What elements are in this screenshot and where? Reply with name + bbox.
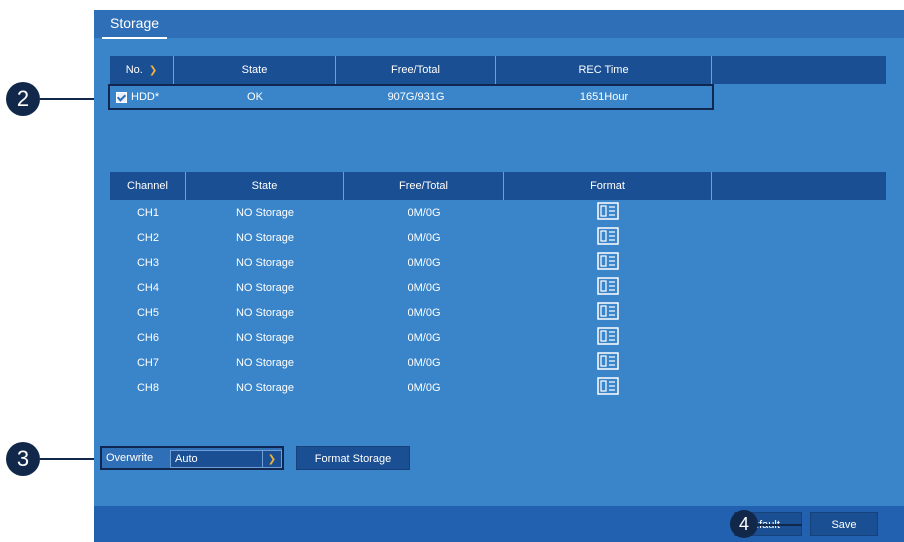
channel-cell: CH1 bbox=[136, 207, 159, 219]
channel-format-cell bbox=[504, 352, 712, 374]
format-icon[interactable] bbox=[597, 252, 619, 278]
channel-cell: CH7 bbox=[136, 357, 159, 369]
channel-row[interactable]: CH5 NO Storage 0M/0G bbox=[110, 302, 712, 324]
save-button[interactable]: Save bbox=[810, 512, 878, 536]
format-icon[interactable] bbox=[597, 202, 619, 228]
callout-3: 3 bbox=[6, 442, 40, 476]
chevron-down-icon: ❯ bbox=[148, 65, 158, 76]
channel-free-total: 0M/0G bbox=[407, 357, 441, 369]
channel-format-cell bbox=[504, 227, 712, 249]
channel-col-free-total: Free/Total bbox=[344, 172, 504, 200]
callout-4: 4 bbox=[730, 510, 758, 538]
channel-free-total: 0M/0G bbox=[407, 257, 441, 269]
hdd-col-no[interactable]: No. ❯ bbox=[110, 56, 174, 84]
channel-format-cell bbox=[504, 327, 712, 349]
hdd-col-free-total: Free/Total bbox=[336, 56, 496, 84]
hdd-state: OK bbox=[247, 91, 263, 103]
callout-2: 2 bbox=[6, 82, 40, 116]
overwrite-label: Overwrite bbox=[106, 452, 154, 464]
channel-free-total: 0M/0G bbox=[407, 207, 441, 219]
format-icon[interactable] bbox=[597, 302, 619, 328]
channel-row[interactable]: CH6 NO Storage 0M/0G bbox=[110, 327, 712, 349]
channel-col-channel: Channel bbox=[110, 172, 186, 200]
overwrite-value: Auto bbox=[175, 453, 198, 465]
hdd-col-rec-time: REC Time bbox=[496, 56, 712, 84]
channel-col-state: State bbox=[186, 172, 344, 200]
channel-cell: CH6 bbox=[136, 332, 159, 344]
hdd-no-cell: HDD* bbox=[116, 86, 174, 108]
channel-cell: CH2 bbox=[136, 232, 159, 244]
hdd-free-total: 907G/931G bbox=[387, 91, 445, 103]
chevron-down-icon: ❯ bbox=[267, 454, 277, 465]
format-icon[interactable] bbox=[597, 327, 619, 353]
channel-format-cell bbox=[504, 277, 712, 299]
channel-format-cell bbox=[504, 202, 712, 224]
channel-free-total: 0M/0G bbox=[407, 307, 441, 319]
channel-format-cell bbox=[504, 252, 712, 274]
overwrite-value-box[interactable]: Auto bbox=[170, 450, 264, 468]
channel-free-total: 0M/0G bbox=[407, 232, 441, 244]
hdd-rec-time: 1651Hour bbox=[579, 91, 629, 103]
channel-cell: CH3 bbox=[136, 257, 159, 269]
channel-format-cell bbox=[504, 377, 712, 399]
channel-state: NO Storage bbox=[235, 332, 295, 344]
channel-row[interactable]: CH8 NO Storage 0M/0G bbox=[110, 377, 712, 399]
channel-cell: CH5 bbox=[136, 307, 159, 319]
format-icon[interactable] bbox=[597, 352, 619, 378]
channel-row[interactable]: CH3 NO Storage 0M/0G bbox=[110, 252, 712, 274]
channel-free-total: 0M/0G bbox=[407, 282, 441, 294]
channel-state: NO Storage bbox=[235, 307, 295, 319]
channel-table-header: Channel State Free/Total Format bbox=[110, 172, 886, 200]
hdd-table-header: No. ❯ State Free/Total REC Time bbox=[110, 56, 886, 84]
channel-row[interactable]: CH4 NO Storage 0M/0G bbox=[110, 277, 712, 299]
hdd-row[interactable]: HDD* OK 907G/931G 1651Hour bbox=[110, 86, 712, 108]
hdd-checkbox[interactable] bbox=[116, 91, 127, 103]
format-icon[interactable] bbox=[597, 377, 619, 403]
tab-strip: Storage bbox=[94, 10, 904, 39]
callout-3-line bbox=[40, 458, 100, 460]
channel-state: NO Storage bbox=[235, 282, 295, 294]
channel-state: NO Storage bbox=[235, 207, 295, 219]
channel-free-total: 0M/0G bbox=[407, 382, 441, 394]
tab-storage[interactable]: Storage bbox=[102, 10, 168, 39]
channel-free-total: 0M/0G bbox=[407, 332, 441, 344]
callout-4-line bbox=[758, 524, 802, 526]
channel-cell: CH8 bbox=[136, 382, 159, 394]
channel-row[interactable]: CH7 NO Storage 0M/0G bbox=[110, 352, 712, 374]
channel-state: NO Storage bbox=[235, 232, 295, 244]
overwrite-select[interactable]: Overwrite Auto ❯ bbox=[100, 446, 284, 470]
format-icon[interactable] bbox=[597, 227, 619, 253]
hdd-col-state: State bbox=[174, 56, 336, 84]
channel-state: NO Storage bbox=[235, 357, 295, 369]
channel-cell: CH4 bbox=[136, 282, 159, 294]
channel-row[interactable]: CH1 NO Storage 0M/0G bbox=[110, 202, 712, 224]
overwrite-dropdown-button[interactable]: ❯ bbox=[262, 450, 282, 468]
channel-format-cell bbox=[504, 302, 712, 324]
channel-state: NO Storage bbox=[235, 257, 295, 269]
channel-row[interactable]: CH2 NO Storage 0M/0G bbox=[110, 227, 712, 249]
channel-state: NO Storage bbox=[235, 382, 295, 394]
format-storage-button[interactable]: Format Storage bbox=[296, 446, 410, 470]
format-icon[interactable] bbox=[597, 277, 619, 303]
channel-col-format: Format bbox=[504, 172, 712, 200]
